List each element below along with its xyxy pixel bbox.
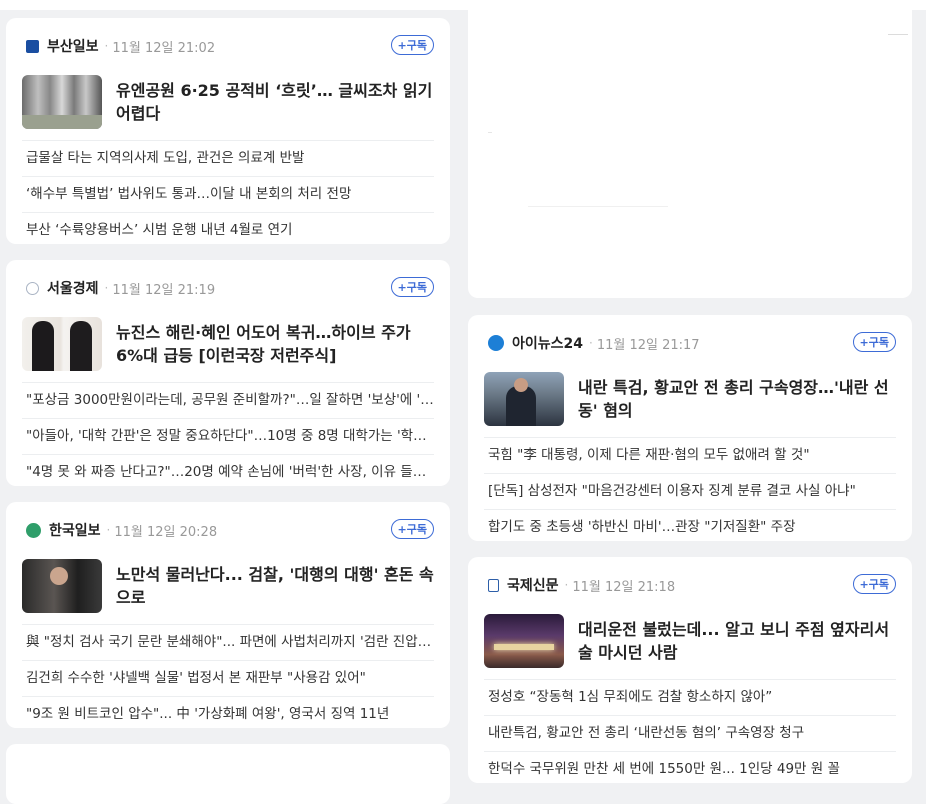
press-logo-icon [26, 39, 39, 53]
article-title[interactable]: 뉴진스 해린·혜인 어도어 복귀…하이브 주가 6%대 급등 [이런국장 저런주… [116, 321, 434, 367]
card-header: 부산일보 · 11월 12일 21:02 +구독 [22, 18, 434, 74]
list-item[interactable]: 합기도 중 초등생 '하반신 마비'…관장 "기저질환" 주장 [484, 510, 896, 541]
article-title[interactable]: 노만석 물러난다... 검찰, '대행의 대행' 혼돈 속으로 [116, 563, 434, 609]
separator-dot: · [106, 523, 111, 537]
list-item[interactable]: 국힘 "李 대통령, 이제 다른 재판·혐의 모두 없애려 할 것" [484, 438, 896, 474]
article-thumbnail[interactable] [22, 559, 102, 613]
press-name[interactable]: 부산일보 [47, 36, 99, 56]
press-logo-icon [26, 522, 41, 538]
list-item[interactable]: "아들아, '대학 간판'은 정말 중요하단다"…10명 중 8명 대학가는 '… [22, 419, 434, 455]
subscribe-button[interactable]: +구독 [390, 35, 434, 55]
list-item[interactable]: ‘해수부 특별법’ 법사위도 통과…이달 내 본회의 처리 전망 [22, 177, 434, 213]
timestamp: 11월 12일 21:18 [572, 579, 676, 595]
news-card-busan: 부산일보 · 11월 12일 21:02 +구독 유엔공원 6·25 공적비 ‘… [6, 18, 450, 244]
card-header: 국제신문 · 11월 12일 21:18 +구독 [484, 557, 896, 613]
press-name[interactable]: 서울경제 [47, 278, 99, 298]
article-list: "포상금 3000만원이라는데, 공무원 준비할까?"…일 잘하면 '보상'에 … [22, 382, 434, 486]
separator-dot: · [564, 578, 569, 592]
timestamp: 11월 12일 21:19 [112, 282, 216, 298]
subscribe-button[interactable]: +구독 [390, 277, 434, 297]
article-list: 정성호 “장동혁 1심 무죄에도 검찰 항소하지 않아” 내란특검, 황교안 전… [484, 679, 896, 783]
timestamp: 11월 12일 20:28 [114, 524, 218, 540]
list-item[interactable]: 정성호 “장동혁 1심 무죄에도 검찰 항소하지 않아” [484, 680, 896, 716]
separator-dot: · [589, 336, 593, 350]
subscribe-button[interactable]: +구독 [852, 574, 896, 594]
article-title[interactable]: 대리운전 불렀는데... 알고 보니 주점 옆자리서 술 마시던 사람 [578, 618, 896, 664]
news-card-partial [6, 744, 450, 804]
press-name[interactable]: 한국일보 [49, 520, 101, 540]
card-header: 서울경제 · 11월 12일 21:19 +구독 [22, 260, 434, 316]
timestamp: 11월 12일 21:17 [596, 337, 700, 353]
ad-placeholder-line [488, 132, 492, 133]
main-article[interactable]: 노만석 물러난다... 검찰, '대행의 대행' 혼돈 속으로 [22, 558, 434, 614]
press-logo-icon [488, 335, 504, 351]
article-thumbnail[interactable] [22, 317, 102, 371]
article-list: 급물살 타는 지역의사제 도입, 관건은 의료계 반발 ‘해수부 특별법’ 법사… [22, 140, 434, 244]
subscribe-button[interactable]: +구독 [852, 332, 896, 352]
article-thumbnail[interactable] [484, 372, 564, 426]
ad-banner[interactable] [468, 0, 912, 298]
card-header: 한국일보 · 11월 12일 20:28 +구독 [22, 502, 434, 558]
list-item[interactable]: 내란특검, 황교안 전 총리 ‘내란선동 혐의’ 구속영장 청구 [484, 716, 896, 752]
main-article[interactable]: 대리운전 불렀는데... 알고 보니 주점 옆자리서 술 마시던 사람 [484, 613, 896, 669]
article-title[interactable]: 내란 특검, 황교안 전 총리 구속영장…'내란 선동' 혐의 [578, 376, 896, 422]
press-name[interactable]: 아이뉴스24 [512, 333, 583, 353]
main-article[interactable]: 유엔공원 6·25 공적비 ‘흐릿’… 글씨조차 읽기 어렵다 [22, 74, 434, 130]
article-thumbnail[interactable] [22, 75, 102, 129]
list-item[interactable]: "포상금 3000만원이라는데, 공무원 준비할까?"…일 잘하면 '보상'에 … [22, 383, 434, 419]
news-card-kookje: 국제신문 · 11월 12일 21:18 +구독 대리운전 불렀는데... 알고… [468, 557, 912, 783]
press-logo-icon [488, 578, 499, 592]
news-card-inews24: 아이뉴스24 · 11월 12일 21:17 +구독 내란 특검, 황교안 전 … [468, 315, 912, 541]
press-name[interactable]: 국제신문 [507, 575, 559, 595]
article-title[interactable]: 유엔공원 6·25 공적비 ‘흐릿’… 글씨조차 읽기 어렵다 [116, 79, 434, 125]
list-item[interactable]: 급물살 타는 지역의사제 도입, 관건은 의료계 반발 [22, 141, 434, 177]
separator-dot: · [104, 281, 109, 295]
list-item[interactable]: "4명 못 와 짜증 난다고?"…20명 예약 손님에 '버럭'한 사장, 이유… [22, 455, 434, 486]
separator-dot: · [104, 39, 109, 53]
list-item[interactable]: [단독] 삼성전자 "마음건강센터 이용자 징계 분류 결코 사실 아냐" [484, 474, 896, 510]
press-logo-icon [26, 281, 39, 295]
list-item[interactable]: 한덕수 국무위원 만찬 세 번에 1550만 원... 1인당 49만 원 꼴 [484, 752, 896, 783]
list-item[interactable]: 부산 ‘수륙양용버스’ 시범 운행 내년 4월로 연기 [22, 213, 434, 244]
list-item[interactable]: "9조 원 비트코인 압수"... 中 '가상화폐 여왕', 영국서 징역 11… [22, 697, 434, 728]
news-card-seoul: 서울경제 · 11월 12일 21:19 +구독 뉴진스 해린·혜인 어도어 복… [6, 260, 450, 486]
timestamp: 11월 12일 21:02 [112, 40, 216, 56]
news-card-hankook: 한국일보 · 11월 12일 20:28 +구독 노만석 물러난다... 검찰,… [6, 502, 450, 728]
ad-placeholder-line [528, 206, 668, 207]
list-item[interactable]: 與 "정치 검사 국기 문란 분쇄해야"... 파면에 사법처리까지 '검란 진… [22, 625, 434, 661]
list-item[interactable]: 김건희 수수한 '샤넬백 실물' 법정서 본 재판부 "사용감 있어" [22, 661, 434, 697]
article-thumbnail[interactable] [484, 614, 564, 668]
card-header: 아이뉴스24 · 11월 12일 21:17 +구독 [484, 315, 896, 371]
article-list: 국힘 "李 대통령, 이제 다른 재판·혐의 모두 없애려 할 것" [단독] … [484, 437, 896, 541]
main-article[interactable]: 뉴진스 해린·혜인 어도어 복귀…하이브 주가 6%대 급등 [이런국장 저런주… [22, 316, 434, 372]
main-article[interactable]: 내란 특검, 황교안 전 총리 구속영장…'내란 선동' 혐의 [484, 371, 896, 427]
ad-placeholder-line [888, 34, 908, 35]
subscribe-button[interactable]: +구독 [390, 519, 434, 539]
article-list: 與 "정치 검사 국기 문란 분쇄해야"... 파면에 사법처리까지 '검란 진… [22, 624, 434, 728]
